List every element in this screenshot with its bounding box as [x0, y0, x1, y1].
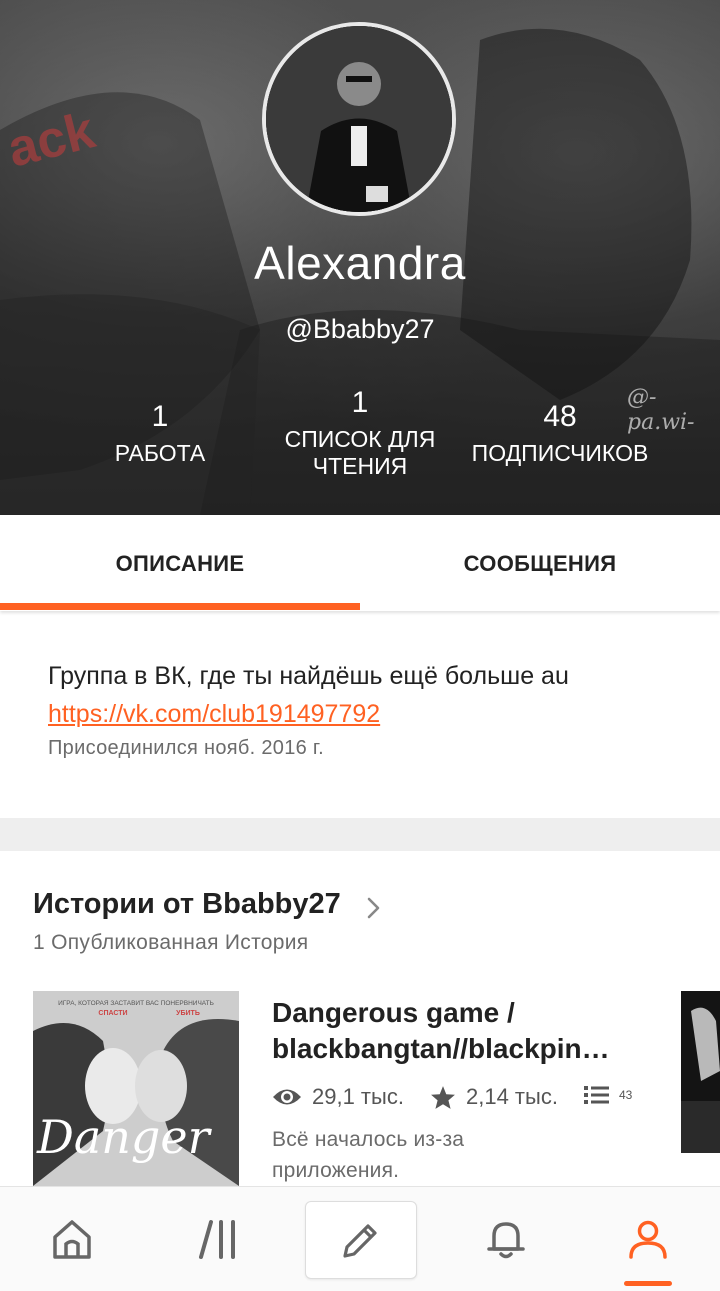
notifications-icon	[487, 1222, 525, 1259]
cover-title-text: Danger	[36, 1110, 213, 1164]
chevron-right-icon[interactable]	[366, 896, 382, 920]
story-parts-count: 43	[619, 1088, 633, 1102]
cover-word-2: УБИТЬ	[176, 1010, 200, 1017]
profile-tabs: ОПИСАНИЕ СООБЩЕНИЯ	[0, 515, 720, 611]
stat-works-value: 1	[151, 400, 169, 433]
nav-active-indicator	[624, 1281, 672, 1286]
nav-home[interactable]	[17, 1187, 127, 1291]
nav-notifications[interactable]	[451, 1187, 561, 1291]
story-title-line2: blackbangtan//blackpin…	[272, 1033, 610, 1064]
profile-header: ack Alexandra @Bbabby27 1 РАБОТА 1 СПИСО…	[0, 0, 720, 515]
profile-description: Группа в ВК, где ты найдёшь ещё больше a…	[48, 662, 688, 760]
story-cover[interactable]: ИГРА, КОТОРАЯ ЗАСТАВИТ ВАС ПОНЕРВНИЧАТЬ …	[33, 991, 239, 1186]
stat-works[interactable]: 1 РАБОТА	[60, 400, 260, 467]
story-parts: 43	[583, 1084, 632, 1106]
stat-reading-lists[interactable]: 1 СПИСОК ДЛЯ ЧТЕНИЯ	[260, 386, 460, 480]
stories-section-title[interactable]: Истории от Bbabby27	[33, 888, 341, 921]
tab-description[interactable]: ОПИСАНИЕ	[0, 515, 360, 611]
list-icon	[584, 1086, 609, 1104]
profile-icon	[629, 1220, 667, 1259]
story-description: Всё началось из-за приложения.	[272, 1124, 632, 1186]
nav-write[interactable]	[305, 1201, 417, 1279]
joined-date: Присоединился нояб. 2016 г.	[48, 737, 324, 759]
section-divider	[0, 818, 720, 851]
avatar[interactable]	[262, 22, 456, 216]
nav-profile[interactable]	[593, 1187, 703, 1291]
background-watermark: @-pa.wi-	[627, 385, 695, 435]
stories-count: 1 Опубликованная История	[33, 931, 309, 954]
story-title-line1: Dangerous game /	[272, 997, 515, 1028]
next-story-cover-image	[681, 991, 720, 1153]
nav-browse[interactable]	[163, 1187, 273, 1291]
stat-works-label: РАБОТА	[114, 440, 206, 466]
eye-icon	[273, 1089, 301, 1105]
avatar-image	[266, 26, 452, 212]
stat-followers-label: ПОДПИСЧИКОВ	[471, 440, 649, 466]
profile-handle: @Bbabby27	[285, 314, 435, 344]
stat-reading-lists-value: 1	[351, 386, 369, 419]
next-story-cover[interactable]	[681, 991, 720, 1153]
profile-name: Alexandra	[254, 237, 466, 289]
description-text: Группа в ВК, где ты найдёшь ещё больше a…	[48, 662, 569, 690]
browse-icon	[199, 1220, 235, 1259]
story-title[interactable]: Dangerous game / blackbangtan//blackpin…	[272, 995, 652, 1067]
cover-tagline: ИГРА, КОТОРАЯ ЗАСТАВИТ ВАС ПОНЕРВНИЧАТЬ	[58, 1000, 214, 1007]
description-link[interactable]: https://vk.com/club191497792	[48, 700, 688, 729]
stat-reading-lists-label-line1: СПИСОК ДЛЯ	[284, 426, 436, 452]
story-votes-count: 2,14 тыс.	[466, 1084, 558, 1109]
story-cover-image: ИГРА, КОТОРАЯ ЗАСТАВИТ ВАС ПОНЕРВНИЧАТЬ …	[33, 991, 239, 1186]
story-description-line2: приложения.	[272, 1159, 400, 1182]
write-icon	[343, 1224, 377, 1258]
home-icon	[53, 1220, 91, 1259]
story-description-line1: Всё началось из-за	[272, 1128, 465, 1151]
story-votes: 2,14 тыс.	[430, 1084, 558, 1110]
active-tab-indicator	[0, 603, 360, 610]
cover-word-1: СПАСТИ	[98, 1010, 127, 1017]
stat-reading-lists-label-line2: ЧТЕНИЯ	[312, 453, 408, 479]
star-icon	[431, 1085, 455, 1109]
story-views: 29,1 тыс.	[272, 1084, 404, 1110]
tab-messages[interactable]: СООБЩЕНИЯ	[360, 515, 720, 611]
story-views-count: 29,1 тыс.	[312, 1084, 404, 1109]
